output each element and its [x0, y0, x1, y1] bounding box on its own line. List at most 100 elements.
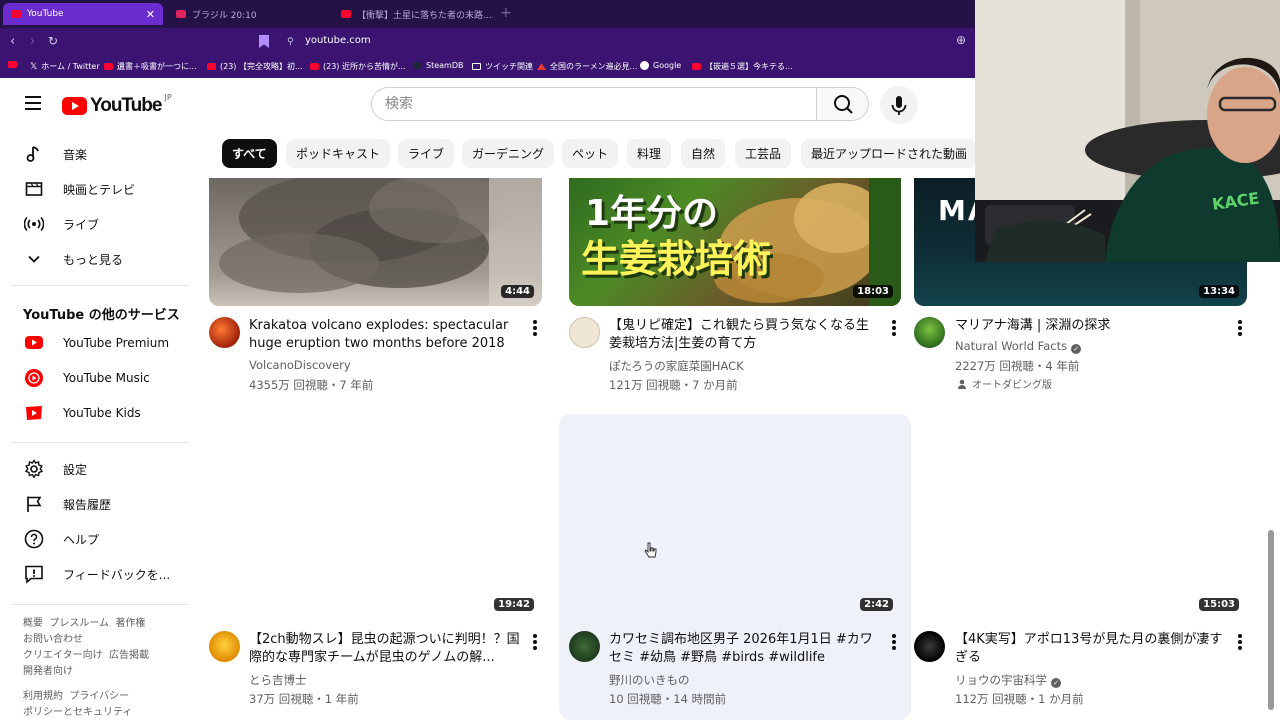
zoom-icon[interactable]: ⊕ [956, 33, 966, 47]
chip-cooking[interactable]: 料理 [627, 139, 672, 168]
sidebar-item-help[interactable]: ヘルプ [12, 522, 188, 556]
more-options-icon[interactable] [892, 634, 896, 650]
sidebar-item-youtube-kids[interactable]: YouTube Kids [12, 396, 188, 430]
x-logo-icon: 𝕏 [30, 61, 38, 72]
video-title[interactable]: 【2ch動物スレ】昆虫の起源ついに判明！？国際的な専門家チームが昆虫のゲノムの解… [249, 631, 525, 667]
bookmark-item[interactable]: 遺書＋吸書が一つに... [104, 61, 197, 72]
site-favicon-icon [104, 63, 113, 70]
more-options-icon[interactable] [892, 320, 896, 336]
channel-avatar[interactable] [209, 317, 240, 348]
video-thumbnail[interactable]: 19:42 [209, 425, 542, 619]
chip-pets[interactable]: ペット [562, 139, 619, 168]
bookmark-item[interactable] [8, 61, 21, 68]
footer-link[interactable]: 開発者向け [23, 666, 73, 677]
browser-tab-youtube[interactable]: YouTube ✕ [3, 3, 163, 25]
sidebar-item-report-history[interactable]: 報告履歴 [12, 487, 188, 521]
flag-icon [24, 494, 44, 514]
bookmark-item[interactable]: (23) 【完全攻略】初... [207, 61, 303, 72]
channel-name[interactable]: Natural World Facts ✓ [955, 339, 1082, 354]
sidebar-item-feedback[interactable]: フィードバックを... [12, 557, 188, 591]
bookmark-item[interactable]: 【嵌遍５選】今キテる... [692, 61, 793, 72]
search-box [371, 87, 817, 121]
forward-icon[interactable]: › [30, 34, 35, 49]
chip-live[interactable]: ライブ [398, 139, 455, 168]
more-options-icon[interactable] [1238, 634, 1242, 650]
footer-link[interactable]: ポリシーとセキュリティ [23, 707, 132, 718]
site-info-icon[interactable]: ⚲ [287, 37, 294, 47]
url-field[interactable]: youtube.com [305, 35, 371, 46]
sidebar-item-settings[interactable]: 設定 [12, 452, 188, 486]
chip-podcast[interactable]: ポッドキャスト [286, 139, 391, 168]
footer-link[interactable]: プレスルーム [49, 618, 109, 629]
sidebar-item-show-more[interactable]: もっと見る [12, 242, 188, 276]
sidebar-divider [12, 604, 188, 605]
footer-link[interactable]: 概要 [23, 618, 43, 629]
browser-tab-3[interactable]: 【衝撃】土星に落ちた者の末路...... - You [333, 3, 493, 25]
youtube-logo[interactable]: YouTube JP [62, 93, 172, 117]
back-icon[interactable]: ‹ [10, 34, 15, 49]
tab-label: YouTube [27, 9, 64, 19]
chip-gardening[interactable]: ガーデニング [462, 139, 555, 168]
video-metadata: 4355万 回視聴・7 年前 [249, 378, 374, 392]
video-title[interactable]: カワセミ調布地区男子 2026年1月1日 #カワセミ #幼鳥 #野鳥 #bird… [609, 631, 881, 667]
chip-all[interactable]: すべて [222, 139, 277, 168]
channel-avatar[interactable] [914, 631, 945, 662]
sidebar: 音楽 映画とテレビ ライブ もっと見る YouTube の他のサービス YouT… [0, 134, 200, 720]
channel-name[interactable]: とら吉博士 [249, 672, 307, 688]
channel-avatar[interactable] [914, 317, 945, 348]
video-duration: 4:44 [501, 285, 534, 298]
channel-name[interactable]: VolcanoDiscovery [249, 358, 351, 372]
bookmark-item[interactable]: SteamDB [413, 61, 463, 70]
channel-avatar[interactable] [569, 317, 600, 348]
sidebar-item-movies[interactable]: 映画とテレビ [12, 172, 188, 206]
chip-recently-uploaded[interactable]: 最近アップロードされた動画 [801, 139, 978, 168]
bookmark-item[interactable]: (23) 近所から苦情が... [310, 61, 406, 72]
bookmark-icon[interactable] [259, 35, 269, 48]
sidebar-item-live[interactable]: ライブ [12, 207, 188, 241]
close-tab-icon[interactable]: ✕ [146, 8, 155, 21]
footer-link[interactable]: 利用規約 [23, 691, 63, 702]
bookmark-item[interactable]: 𝕏 ホーム / Twitter [30, 61, 100, 72]
tab-label: ブラジル 20:10 [192, 10, 257, 21]
channel-avatar[interactable] [569, 631, 600, 662]
bookmark-item[interactable]: ツイッチ関連 [472, 61, 533, 72]
sidebar-item-music[interactable]: 音楽 [12, 137, 188, 171]
video-title[interactable]: 【4K実写】アポロ13号が見た月の裏側が凄すぎる [955, 631, 1227, 667]
footer-link[interactable]: お問い合わせ [23, 634, 83, 645]
auto-dub-badge: オートダビング版 [957, 376, 1052, 391]
youtube-favicon-icon [11, 10, 21, 18]
more-options-icon[interactable] [533, 320, 537, 336]
menu-icon[interactable] [25, 96, 41, 110]
video-title[interactable]: Krakatoa volcano explodes: spectacular h… [249, 317, 525, 353]
video-thumbnail[interactable]: 1年分の 生姜栽培術 18:03 [569, 178, 901, 306]
channel-name[interactable]: リョウの宇宙科学 ✓ [955, 672, 1061, 688]
video-thumbnail[interactable]: 2:42 [569, 425, 901, 619]
reload-icon[interactable]: ↻ [48, 34, 58, 48]
footer-link[interactable]: 広告掲載 [109, 650, 149, 661]
video-thumbnail[interactable]: 15:03 [914, 425, 1247, 619]
channel-name[interactable]: ぽたろうの家庭菜園HACK [609, 358, 744, 374]
sidebar-item-youtube-music[interactable]: YouTube Music [12, 361, 188, 395]
footer-link[interactable]: 著作権 [115, 618, 145, 629]
bookmark-item[interactable]: 全国のラーメン遍必見... [537, 61, 637, 72]
browser-tab-2[interactable]: ブラジル 20:10 [168, 3, 328, 25]
chip-nature[interactable]: 自然 [681, 139, 726, 168]
footer-link[interactable]: クリエイター向け [23, 650, 103, 661]
more-options-icon[interactable] [533, 634, 537, 650]
search-button[interactable] [816, 87, 869, 121]
voice-search-button[interactable] [880, 86, 918, 124]
chip-crafts[interactable]: 工芸品 [735, 139, 792, 168]
new-tab-icon[interactable]: + [500, 5, 512, 21]
footer-link[interactable]: プライバシー [69, 691, 129, 702]
sidebar-item-youtube-premium[interactable]: YouTube Premium [12, 326, 188, 360]
bookmark-item[interactable]: Google [640, 61, 681, 70]
video-duration: 18:03 [853, 285, 893, 298]
channel-name[interactable]: 野川のいきもの [609, 672, 690, 688]
video-thumbnail[interactable]: 4:44 [209, 178, 542, 306]
channel-avatar[interactable] [209, 631, 240, 662]
page-scrollbar[interactable] [1268, 530, 1274, 710]
more-options-icon[interactable] [1238, 320, 1242, 336]
search-input[interactable] [372, 88, 816, 120]
video-title[interactable]: 【鬼リピ確定】これ観たら買う気なくなる生姜栽培方法|生姜の育て方 [609, 317, 881, 353]
video-title[interactable]: マリアナ海溝 | 深淵の探求 [955, 317, 1227, 335]
